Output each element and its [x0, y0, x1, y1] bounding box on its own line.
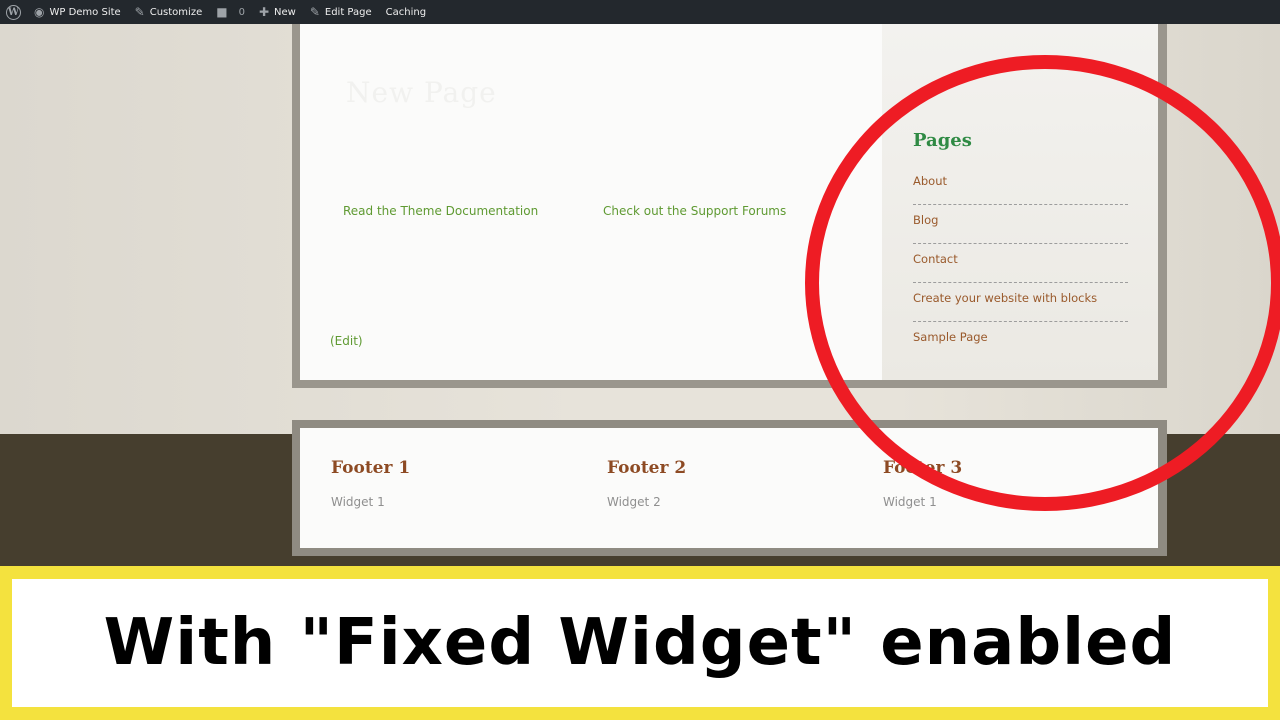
footer-column-1: Footer 1 Widget 1	[331, 458, 571, 509]
site-name-label: WP Demo Site	[49, 6, 121, 18]
plus-icon: ✚	[258, 5, 270, 19]
admin-bar-edit-page[interactable]: ✎ Edit Page	[303, 0, 379, 24]
comment-icon: ■	[216, 5, 228, 19]
new-label: New	[274, 6, 296, 18]
edit-page-label: Edit Page	[324, 6, 372, 18]
admin-bar-caching[interactable]: Caching	[379, 0, 433, 24]
wordpress-logo-icon: W	[6, 4, 21, 20]
admin-bar-site-name[interactable]: ◉ WP Demo Site	[27, 0, 128, 24]
footer-title: Footer 2	[607, 458, 687, 478]
theme-documentation-link[interactable]: Read the Theme Documentation	[343, 204, 538, 218]
footer-widget-text: Widget 1	[331, 495, 385, 509]
admin-bar-customize[interactable]: ✎ Customize	[128, 0, 210, 24]
pencil-icon: ✎	[309, 5, 320, 19]
footer-widget-text: Widget 2	[607, 495, 661, 509]
edit-link[interactable]: (Edit)	[330, 334, 363, 348]
support-forums-link[interactable]: Check out the Support Forums	[603, 204, 786, 218]
caching-label: Caching	[385, 6, 427, 18]
footer-title: Footer 1	[331, 458, 411, 478]
wp-admin-bar: W ◉ WP Demo Site ✎ Customize ■ 0 ✚ New ✎…	[0, 0, 1280, 24]
highlight-circle-annotation	[805, 55, 1280, 511]
brush-icon: ✎	[134, 5, 145, 19]
caption-text: With "Fixed Widget" enabled	[103, 606, 1177, 680]
comment-count: 0	[238, 6, 245, 18]
customize-label: Customize	[149, 6, 203, 18]
wp-logo-menu[interactable]: W	[0, 0, 27, 24]
footer-column-2: Footer 2 Widget 2	[607, 458, 847, 509]
page-title: New Page	[346, 76, 497, 109]
caption-box: With "Fixed Widget" enabled	[12, 579, 1268, 707]
dashboard-icon: ◉	[34, 5, 45, 19]
admin-bar-comments[interactable]: ■ 0	[209, 0, 252, 24]
admin-bar-new[interactable]: ✚ New	[252, 0, 303, 24]
